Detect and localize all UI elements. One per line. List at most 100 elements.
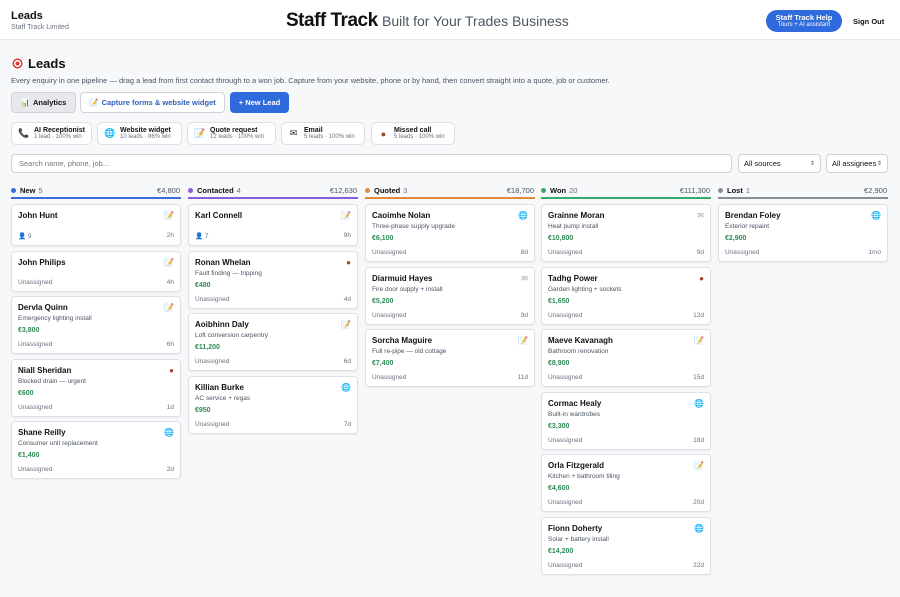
lead-footer: Unassigned 9d bbox=[372, 312, 528, 319]
sign-out-button[interactable]: Sign Out bbox=[853, 17, 884, 26]
lead-age: 22d bbox=[693, 561, 704, 569]
lead-card[interactable]: Maeve Kavanagh 📝 Bathroom renovation €8,900… bbox=[541, 329, 711, 387]
source-chip-name: Email bbox=[304, 126, 323, 134]
help-button[interactable]: Staff Track Help Tours + AI assistant bbox=[766, 10, 842, 32]
help-button-title: Staff Track Help bbox=[775, 13, 833, 22]
new-lead-button[interactable]: + New Lead bbox=[230, 92, 289, 113]
top-bar: Leads Staff Track Limited Staff Track Bu… bbox=[0, 0, 900, 40]
column-won: Won 20 €111,300 Grainne Moran ✉ Heat pump ins… bbox=[541, 183, 711, 579]
status-dot bbox=[541, 187, 546, 193]
search-input[interactable] bbox=[11, 154, 732, 173]
source-chip[interactable]: ✉ Email 5 leads · 100% win bbox=[281, 122, 365, 145]
lead-card[interactable]: Cormac Healy 🌐 Built-in wardrobes €3,300 Una… bbox=[541, 391, 711, 450]
lead-value: €950 bbox=[195, 406, 211, 414]
org-title: Leads bbox=[11, 10, 43, 22]
lead-assignee: Unassigned bbox=[548, 249, 583, 256]
source-chip-name: Quote request bbox=[210, 126, 258, 134]
column-name: Lost bbox=[727, 185, 743, 195]
source-chip[interactable]: 🌐 Website widget 10 leads · 86% win bbox=[97, 122, 182, 145]
lead-card[interactable]: Sorcha Maguire 📝 Full re-pipe — old cottag… bbox=[365, 329, 535, 387]
lead-age: 6d bbox=[343, 358, 351, 365]
column-name: Contacted bbox=[197, 185, 234, 195]
column-cards: Brendan Foley 🌐 Exterior repaint €2,900 Unas… bbox=[718, 204, 888, 262]
column-cards: Karl Connell 📝 👤 7 9h Ronan Whelan ● Fault fin… bbox=[188, 204, 358, 434]
lead-age: 20d bbox=[693, 499, 704, 506]
column-cards: John Hunt 📝 👤 9 2h John Philips 📝 Unassigned 4h… bbox=[11, 204, 181, 479]
lead-assignee: 👤 9 bbox=[18, 233, 32, 240]
source-chip[interactable]: 📝 Quote request 12 leads · 100% win bbox=[187, 122, 276, 145]
lead-card[interactable]: Dervla Quinn 📝 Emergency lighting install €… bbox=[11, 296, 181, 354]
column-cards: Grainne Moran ✉ Heat pump install €10,800 Un… bbox=[541, 204, 711, 575]
memo-icon: 📝 bbox=[341, 211, 351, 220]
lead-age: 1d bbox=[166, 403, 174, 411]
chevron-updown-icon: ⇕ bbox=[809, 161, 815, 167]
lead-card[interactable]: Karl Connell 📝 👤 7 9h bbox=[188, 204, 358, 246]
lead-assignee: Unassigned bbox=[195, 358, 230, 365]
envelope-icon: ✉ bbox=[521, 273, 528, 283]
assignees-select[interactable]: All assignees ⇕ bbox=[826, 154, 888, 173]
lead-card[interactable]: Niall Sheridan ● Blocked drain — urgent €60… bbox=[11, 358, 181, 417]
lead-card[interactable]: Grainne Moran ✉ Heat pump install €10,800 Un… bbox=[541, 204, 711, 262]
lead-card[interactable]: Orla Fitzgerald 📝 Kitchen + bathroom tilin… bbox=[541, 454, 711, 512]
lead-card[interactable]: Tadhg Power ● Garden lighting + sockets €1,… bbox=[541, 266, 711, 325]
lead-description: Emergency lighting install bbox=[18, 315, 92, 322]
analytics-button[interactable]: 📊 Analytics bbox=[11, 92, 76, 113]
lead-description: Kitchen + bathroom tiling bbox=[548, 473, 620, 480]
lead-assignee: Unassigned bbox=[18, 341, 53, 348]
lead-name: Karl Connell bbox=[195, 211, 243, 220]
lead-assignee: Unassigned bbox=[18, 466, 53, 473]
column-total: €4,800 bbox=[157, 185, 180, 195]
lead-card[interactable]: Fionn Doherty 🌐 Solar + battery install €14… bbox=[541, 516, 711, 575]
column-header: Contacted 4 €12,630 bbox=[188, 183, 358, 199]
lead-name: Cormac Healy bbox=[548, 398, 602, 408]
lead-footer: Unassigned 4h bbox=[18, 279, 174, 286]
lead-value: €10,800 bbox=[548, 235, 574, 242]
column-count: 1 bbox=[745, 185, 751, 195]
lead-card[interactable]: Killian Burke 🌐 AC service + regas €950 Unas… bbox=[188, 375, 358, 434]
lead-card[interactable]: Caoimhe Nolan 🌐 Three-phase supply upgrade… bbox=[365, 204, 535, 262]
lead-assignee: Unassigned bbox=[372, 311, 407, 319]
lead-card[interactable]: Ronan Whelan ● Fault finding — tripping €48… bbox=[188, 250, 358, 309]
lead-footer: Unassigned 18d bbox=[548, 437, 704, 444]
lead-value: €14,200 bbox=[548, 547, 574, 555]
lead-name: Tadhg Power bbox=[548, 273, 598, 283]
lead-footer: Unassigned 6h bbox=[18, 341, 174, 348]
source-chip[interactable]: 📞 AI Receptionist 1 lead · 100% win bbox=[11, 122, 92, 145]
lead-card[interactable]: Aoibhinn Daly 📝 Loft conversion carpentry €… bbox=[188, 313, 358, 371]
memo-icon: 📝 bbox=[164, 257, 174, 267]
lead-footer: Unassigned 1mo bbox=[725, 249, 881, 256]
lead-age: 6h bbox=[166, 341, 174, 348]
lead-name: Sorcha Maguire bbox=[372, 336, 433, 345]
column-quoted: Quoted 3 €18,700 Caoimhe Nolan 🌐 Three-phase … bbox=[365, 183, 535, 392]
column-total: €2,900 bbox=[864, 185, 887, 195]
memo-icon: 📝 bbox=[164, 211, 174, 220]
lead-age: 8d bbox=[520, 249, 528, 256]
lead-card[interactable]: Shane Reilly 🌐 Consumer unit replacement €1… bbox=[11, 421, 181, 479]
lead-assignee: 👤 7 bbox=[195, 233, 209, 240]
lead-card[interactable]: Diarmuid Hayes ✉ Fire door supply + instal… bbox=[365, 266, 535, 325]
lead-value: €600 bbox=[18, 389, 34, 397]
memo-icon: 📝 bbox=[518, 336, 528, 345]
capture-forms-button[interactable]: 📝 Capture forms & website widget bbox=[80, 92, 225, 113]
lead-footer: Unassigned 7d bbox=[195, 421, 351, 428]
column-header: Lost 1 €2,900 bbox=[718, 183, 888, 199]
lead-age: 7d bbox=[343, 420, 351, 428]
lead-name: Killian Burke bbox=[195, 382, 244, 392]
globe-icon: 🌐 bbox=[518, 211, 528, 220]
lead-description: Three-phase supply upgrade bbox=[372, 223, 456, 230]
sources-select[interactable]: All sources ⇕ bbox=[738, 154, 821, 173]
lead-card[interactable]: John Hunt 📝 👤 9 2h bbox=[11, 204, 181, 246]
lead-card[interactable]: Brendan Foley 🌐 Exterior repaint €2,900 Unas… bbox=[718, 204, 888, 262]
lead-card[interactable]: John Philips 📝 Unassigned 4h bbox=[11, 250, 181, 292]
column-lost: Lost 1 €2,900 Brendan Foley 🌐 Exterior repain… bbox=[718, 183, 888, 267]
lead-description: Consumer unit replacement bbox=[18, 440, 98, 447]
globe-icon: 🌐 bbox=[694, 398, 704, 408]
source-chip[interactable]: ● Missed call 5 leads · 100% win bbox=[371, 122, 455, 145]
status-dot bbox=[365, 187, 370, 193]
lead-value: €7,400 bbox=[372, 360, 394, 367]
missed-call-icon: ● bbox=[169, 365, 174, 375]
lead-description: Heat pump install bbox=[548, 223, 599, 230]
column-count: 5 bbox=[38, 185, 43, 195]
globe-icon: 🌐 bbox=[341, 382, 351, 392]
page-title-text: Leads bbox=[28, 56, 66, 71]
